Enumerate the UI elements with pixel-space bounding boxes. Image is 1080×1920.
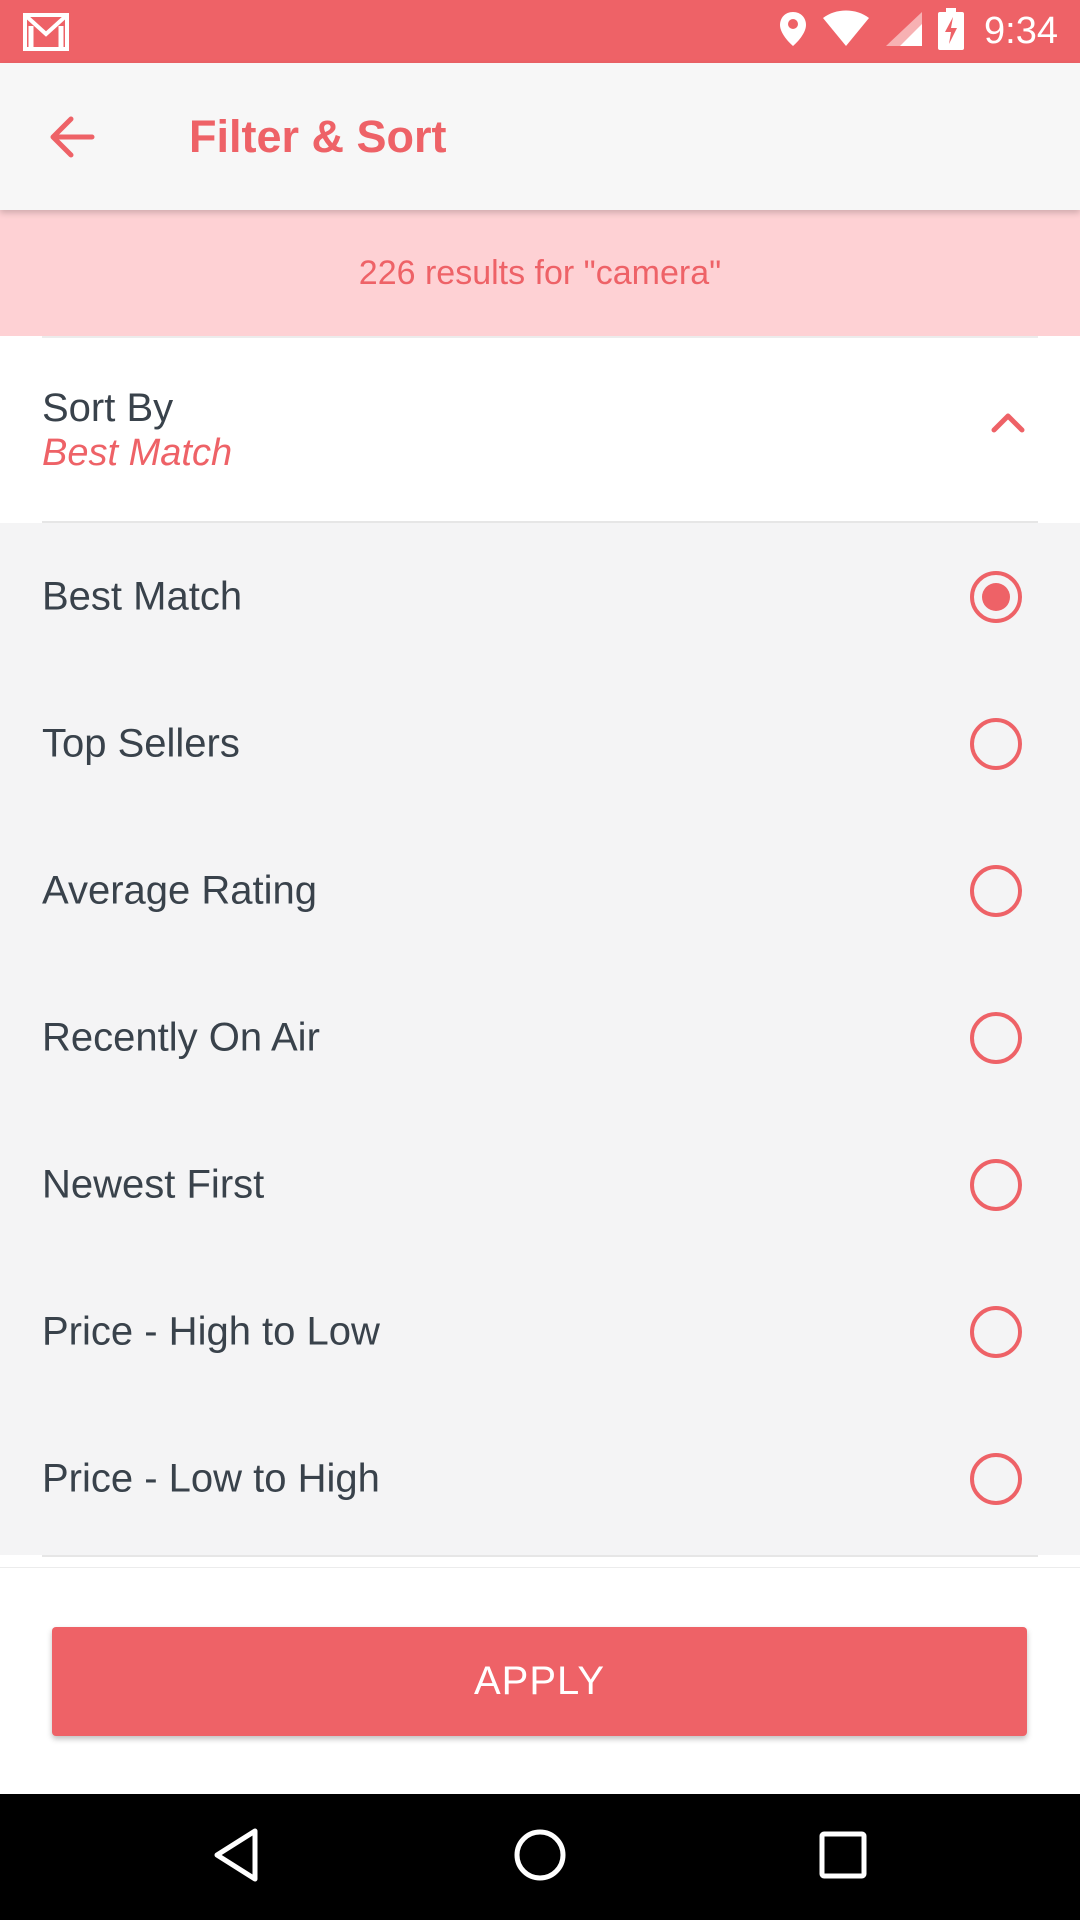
sort-option-label: Average Rating <box>42 868 317 912</box>
results-banner: 226 results for "camera" <box>0 210 1080 336</box>
back-button[interactable] <box>38 105 106 173</box>
sort-option-top-sellers[interactable]: Top Sellers <box>0 670 1080 817</box>
app-bar: Filter & Sort <box>0 63 1080 210</box>
wifi-icon <box>822 10 870 53</box>
sort-option-label: Recently On Air <box>42 1015 320 1059</box>
divider <box>42 1555 1038 1557</box>
radio-button[interactable] <box>970 1452 1022 1505</box>
apply-button[interactable]: APPLY <box>52 1627 1027 1736</box>
sort-option-label: Best Match <box>42 574 243 618</box>
sort-option-label: Price - High to Low <box>42 1309 380 1353</box>
sort-option-best-match[interactable]: Best Match <box>0 523 1080 670</box>
sort-option-label: Newest First <box>42 1162 265 1206</box>
sort-options-list: Best Match Top Sellers Average Rating Re… <box>0 523 1080 1555</box>
system-nav-bar <box>0 1794 1080 1920</box>
radio-button[interactable] <box>970 1305 1022 1358</box>
signal-icon <box>884 10 924 53</box>
sort-option-recently-on-air[interactable]: Recently On Air <box>0 964 1080 1111</box>
sort-by-title: Sort By <box>42 386 174 430</box>
sort-option-label: Price - Low to High <box>42 1456 380 1500</box>
sort-by-header[interactable]: Sort By Best Match <box>0 336 1080 523</box>
radio-button[interactable] <box>970 1011 1022 1064</box>
chevron-up-icon <box>991 411 1025 438</box>
nav-recents-button[interactable] <box>810 1824 876 1890</box>
sort-by-selected-value: Best Match <box>42 432 233 474</box>
sort-option-price-high-to-low[interactable]: Price - High to Low <box>0 1258 1080 1405</box>
status-time: 9:34 <box>984 10 1058 52</box>
collapse-button[interactable] <box>982 398 1034 450</box>
sort-option-average-rating[interactable]: Average Rating <box>0 817 1080 964</box>
radio-button[interactable] <box>970 864 1022 917</box>
gmail-icon <box>22 12 70 57</box>
nav-recents-icon <box>818 1830 868 1885</box>
nav-back-button[interactable] <box>203 1824 269 1890</box>
footer: APPLY <box>0 1567 1080 1794</box>
sort-option-label: Top Sellers <box>42 721 240 765</box>
divider <box>42 336 1038 338</box>
radio-button[interactable] <box>970 717 1022 770</box>
sort-option-newest-first[interactable]: Newest First <box>0 1111 1080 1258</box>
battery-charging-icon <box>938 8 965 55</box>
page-title: Filter & Sort <box>189 111 447 162</box>
location-icon <box>778 10 808 53</box>
nav-back-icon <box>211 1827 261 1888</box>
radio-button[interactable] <box>970 1158 1022 1211</box>
nav-home-icon <box>512 1827 568 1888</box>
results-count-text: 226 results for "camera" <box>358 253 722 292</box>
radio-button-checked[interactable] <box>970 570 1022 623</box>
status-bar: 9:34 <box>0 0 1080 63</box>
arrow-back-icon <box>49 116 95 163</box>
sort-option-price-low-to-high[interactable]: Price - Low to High <box>0 1405 1080 1552</box>
nav-home-button[interactable] <box>507 1824 573 1890</box>
